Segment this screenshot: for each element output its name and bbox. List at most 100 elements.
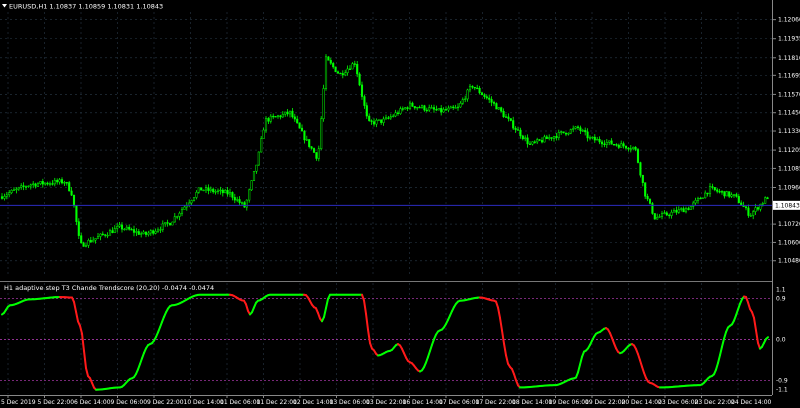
- candle-body: [572, 128, 575, 130]
- candle-body: [159, 229, 162, 231]
- candle-body: [622, 143, 625, 147]
- indicator-segment: [723, 331, 727, 340]
- time-axis-labels: 5 Dec 2019 5 Dec 22:00 6 Dec 14:00 9 Dec 06…: [1, 395, 772, 406]
- candle-body: [639, 162, 642, 176]
- candle-body: [120, 224, 124, 230]
- candle-body: [279, 115, 282, 118]
- candle-body: [531, 141, 534, 145]
- candle: [320, 116, 323, 151]
- time-label: 5 Dec 22:00: [38, 399, 75, 406]
- candle-body: [344, 72, 347, 76]
- candle-body: [699, 197, 702, 200]
- candle-body: [332, 63, 335, 68]
- price-label: 1.11935: [778, 36, 800, 43]
- candle-body: [24, 186, 28, 188]
- candle-body: [34, 183, 37, 187]
- candle-body: [161, 223, 164, 230]
- time-label: 18 Dec 14:00: [512, 399, 553, 406]
- candle-body: [360, 84, 364, 97]
- price-label: 1.11810: [778, 55, 800, 62]
- price-label: 1.10480: [778, 258, 800, 265]
- trading-chart[interactable]: EURUSD,H1 1.10837 1.10859 1.10831 1.1084…: [0, 0, 800, 408]
- candle: [250, 180, 253, 192]
- price-scale-labels: 1.12060 1.11935 1.11810 1.11695 1.11570 1.114…: [772, 17, 800, 265]
- candle-body: [209, 188, 212, 191]
- candle-body: [142, 231, 145, 234]
- price-pane[interactable]: EURUSD,H1 1.10837 1.10859 1.10831 1.1084…: [0, 0, 772, 281]
- candle-body: [392, 115, 395, 118]
- candle-body: [564, 132, 568, 135]
- candle: [68, 180, 71, 192]
- candle: [725, 190, 728, 197]
- price-scale[interactable]: 1.12060 1.11935 1.11810 1.11695 1.11570 1.114…: [772, 0, 800, 395]
- candle-body: [648, 198, 652, 204]
- indicator-segment: [577, 363, 581, 374]
- candle-body: [317, 148, 320, 159]
- candle-body: [504, 116, 508, 118]
- candle-body: [3, 196, 6, 199]
- candle-body: [264, 118, 268, 131]
- indicator-level-label: -1.1: [776, 387, 788, 394]
- time-label: 11 Dec 22:00: [257, 399, 298, 406]
- time-label: 9 Dec 06:00: [111, 399, 148, 406]
- indicator-pane[interactable]: H1 adaptive step T3 Chande Trendscore (2…: [0, 281, 772, 395]
- candle: [648, 198, 652, 205]
- candle-body: [567, 132, 570, 135]
- candle-body: [356, 64, 359, 75]
- candle-body: [94, 238, 97, 241]
- candle: [298, 122, 301, 129]
- indicator-segment: [85, 367, 89, 378]
- candle-body: [200, 187, 203, 191]
- candle-body: [526, 137, 529, 145]
- time-label: 17 Dec 22:00: [476, 399, 517, 406]
- candle-body: [224, 190, 227, 194]
- candle: [495, 102, 498, 110]
- chart-header: EURUSD,H1 1.10837 1.10859 1.10831 1.1084…: [2, 3, 163, 11]
- candle-body: [27, 185, 30, 188]
- candle-body: [718, 191, 721, 193]
- candle-body: [656, 217, 659, 220]
- candle: [252, 171, 256, 182]
- candle-body: [233, 197, 236, 201]
- candle-body: [171, 221, 174, 226]
- candle-body: [15, 188, 18, 191]
- candle-body: [53, 180, 56, 185]
- candle-body: [180, 209, 184, 214]
- indicator-level-label: 1.1: [776, 286, 786, 293]
- candle-body: [365, 105, 368, 117]
- candle-body: [384, 117, 388, 120]
- candle: [500, 106, 503, 113]
- candle-body: [632, 146, 635, 149]
- candle-body: [533, 141, 536, 143]
- candle-body: [749, 215, 752, 217]
- time-label: 17 Dec 06:00: [439, 399, 480, 406]
- candle-body: [58, 179, 61, 183]
- candle-body: [75, 205, 78, 222]
- candle: [322, 84, 325, 122]
- candle-body: [440, 108, 443, 113]
- candle-body: [296, 118, 299, 124]
- time-axis[interactable]: 5 Dec 2019 5 Dec 22:00 6 Dec 14:00 9 Dec 06…: [0, 395, 772, 406]
- price-label: 1.10600: [778, 239, 800, 246]
- candle-body: [12, 189, 16, 191]
- candle-body: [464, 98, 467, 100]
- candle-body: [756, 207, 760, 210]
- candle-body: [269, 115, 272, 122]
- candle-body: [478, 87, 481, 94]
- candle-body: [327, 56, 330, 61]
- candle-body: [368, 115, 371, 121]
- candle-body: [492, 102, 496, 104]
- candle-body: [207, 187, 210, 191]
- candle-body: [101, 233, 104, 236]
- candle-body: [665, 212, 668, 216]
- candle-body: [36, 183, 40, 187]
- indicator-segment: [715, 362, 719, 371]
- candle-body: [550, 137, 553, 139]
- candle-body: [51, 183, 54, 185]
- candle-body: [418, 106, 421, 109]
- price-label: 1.10960: [778, 184, 800, 191]
- candle-body: [8, 192, 11, 196]
- candle-body: [521, 135, 524, 140]
- indicator-segment: [323, 307, 327, 319]
- indicator-segment: [75, 310, 79, 323]
